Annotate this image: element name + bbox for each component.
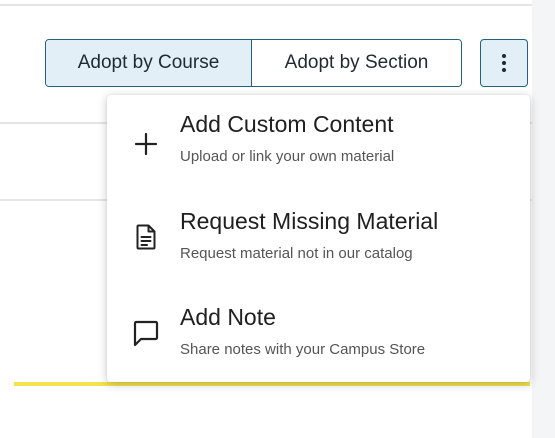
menu-item-subtitle: Upload or link your own material [180, 148, 395, 165]
document-icon [131, 222, 161, 252]
menu-item-subtitle: Share notes with your Campus Store [180, 341, 426, 358]
menu-item-title: Add Custom Content [180, 111, 394, 137]
menu-item-add-custom-content[interactable]: Add Custom Content Upload or link your o… [107, 105, 530, 195]
kebab-vertical-icon [502, 68, 506, 72]
menu-item-subtitle: Request material not in our catalog [180, 245, 413, 262]
content-card [14, 386, 530, 438]
adopt-by-section-button[interactable]: Adopt by Section [252, 40, 461, 86]
kebab-vertical-icon [502, 54, 506, 58]
menu-item-title: Request Missing Material [180, 208, 439, 234]
adopt-by-course-button[interactable]: Adopt by Course [46, 40, 252, 86]
divider-top [0, 4, 555, 6]
kebab-vertical-icon [502, 61, 506, 65]
menu-item-title: Add Note [180, 304, 276, 330]
menu-item-request-missing-material[interactable]: Request Missing Material Request materia… [107, 202, 530, 292]
more-options-button[interactable] [480, 39, 528, 87]
adopt-mode-toggle: Adopt by Course Adopt by Section [45, 39, 462, 87]
more-options-menu: Add Custom Content Upload or link your o… [107, 95, 530, 382]
plus-icon [131, 129, 161, 159]
page-gutter [532, 0, 555, 438]
comment-icon [131, 318, 161, 348]
menu-item-add-note[interactable]: Add Note Share notes with your Campus St… [107, 298, 530, 388]
